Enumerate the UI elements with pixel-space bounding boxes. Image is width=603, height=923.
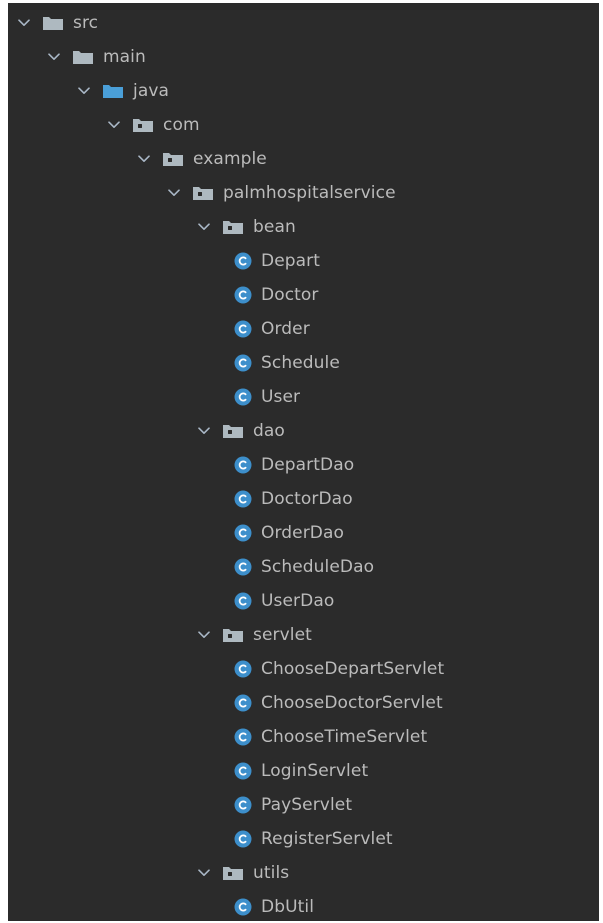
java-class-icon bbox=[234, 796, 252, 814]
tree-node-label: LoginServlet bbox=[261, 760, 369, 781]
chevron-down-icon[interactable] bbox=[166, 185, 182, 201]
tree-class-row[interactable]: Schedule bbox=[8, 346, 599, 380]
package-icon bbox=[222, 219, 244, 235]
tree-node-label: palmhospitalservice bbox=[223, 182, 396, 203]
tree-class-row[interactable]: PayServlet bbox=[8, 788, 599, 822]
tree-class-row[interactable]: DepartDao bbox=[8, 448, 599, 482]
tree-class-row[interactable]: ChooseTimeServlet bbox=[8, 720, 599, 754]
tree-class-row[interactable]: RegisterServlet bbox=[8, 822, 599, 856]
java-class-icon bbox=[234, 592, 252, 610]
tree-node-label: utils bbox=[253, 862, 290, 883]
tree-node-label: dao bbox=[253, 420, 285, 441]
tree-folder-row[interactable]: src bbox=[8, 6, 599, 40]
chevron-down-icon[interactable] bbox=[106, 117, 122, 133]
java-class-icon bbox=[234, 320, 252, 338]
tree-node-label: src bbox=[73, 12, 99, 33]
java-class-icon bbox=[234, 728, 252, 746]
source-root-folder-icon bbox=[102, 83, 124, 99]
chevron-down-icon[interactable] bbox=[196, 423, 212, 439]
tree-node-label: example bbox=[193, 148, 267, 169]
tree-folder-row[interactable]: servlet bbox=[8, 618, 599, 652]
tree-node-label: DbUtil bbox=[261, 896, 315, 917]
tree-class-row[interactable]: OrderDao bbox=[8, 516, 599, 550]
package-icon bbox=[222, 627, 244, 643]
tree-class-row[interactable]: DbUtil bbox=[8, 890, 599, 921]
java-class-icon bbox=[234, 694, 252, 712]
package-icon bbox=[132, 117, 154, 133]
folder-icon bbox=[42, 15, 64, 31]
tree-node-label: DoctorDao bbox=[261, 488, 353, 509]
tree-node-label: Depart bbox=[261, 250, 321, 271]
tree-node-label: Doctor bbox=[261, 284, 319, 305]
project-tree: src main java com example palmhospitalservice… bbox=[8, 3, 599, 921]
tree-node-label: ScheduleDao bbox=[261, 556, 375, 577]
java-class-icon bbox=[234, 830, 252, 848]
folder-icon bbox=[72, 49, 94, 65]
package-icon bbox=[192, 185, 214, 201]
tree-node-label: java bbox=[133, 80, 170, 101]
tree-node-label: OrderDao bbox=[261, 522, 345, 543]
java-class-icon bbox=[234, 762, 252, 780]
chevron-down-icon[interactable] bbox=[196, 219, 212, 235]
tree-folder-row[interactable]: bean bbox=[8, 210, 599, 244]
tree-folder-row[interactable]: com bbox=[8, 108, 599, 142]
tree-class-row[interactable]: User bbox=[8, 380, 599, 414]
tree-node-label: main bbox=[103, 46, 146, 67]
tree-node-label: Schedule bbox=[261, 352, 340, 373]
tree-class-row[interactable]: Depart bbox=[8, 244, 599, 278]
tree-folder-row[interactable]: dao bbox=[8, 414, 599, 448]
tree-node-label: DepartDao bbox=[261, 454, 355, 475]
chevron-down-icon[interactable] bbox=[46, 49, 62, 65]
chevron-down-icon[interactable] bbox=[196, 865, 212, 881]
tree-class-row[interactable]: UserDao bbox=[8, 584, 599, 618]
package-icon bbox=[222, 865, 244, 881]
java-class-icon bbox=[234, 286, 252, 304]
tree-folder-row[interactable]: example bbox=[8, 142, 599, 176]
tree-node-label: ChooseDepartServlet bbox=[261, 658, 445, 679]
tree-folder-row[interactable]: java bbox=[8, 74, 599, 108]
tree-class-row[interactable]: ChooseDepartServlet bbox=[8, 652, 599, 686]
tree-folder-row[interactable]: palmhospitalservice bbox=[8, 176, 599, 210]
java-class-icon bbox=[234, 660, 252, 678]
chevron-down-icon[interactable] bbox=[76, 83, 92, 99]
tree-class-row[interactable]: ScheduleDao bbox=[8, 550, 599, 584]
java-class-icon bbox=[234, 252, 252, 270]
tree-folder-row[interactable]: utils bbox=[8, 856, 599, 890]
package-icon bbox=[162, 151, 184, 167]
tree-class-row[interactable]: Doctor bbox=[8, 278, 599, 312]
tree-class-row[interactable]: Order bbox=[8, 312, 599, 346]
tree-class-row[interactable]: LoginServlet bbox=[8, 754, 599, 788]
tree-node-label: Order bbox=[261, 318, 310, 339]
java-class-icon bbox=[234, 354, 252, 372]
tree-node-label: bean bbox=[253, 216, 296, 237]
chevron-down-icon[interactable] bbox=[196, 627, 212, 643]
chevron-down-icon[interactable] bbox=[16, 15, 32, 31]
java-class-icon bbox=[234, 490, 252, 508]
tree-class-row[interactable]: ChooseDoctorServlet bbox=[8, 686, 599, 720]
java-class-icon bbox=[234, 558, 252, 576]
tree-folder-row[interactable]: main bbox=[8, 40, 599, 74]
tree-node-label: PayServlet bbox=[261, 794, 353, 815]
java-class-icon bbox=[234, 388, 252, 406]
tree-node-label: User bbox=[261, 386, 301, 407]
tree-node-label: ChooseDoctorServlet bbox=[261, 692, 443, 713]
java-class-icon bbox=[234, 898, 252, 916]
tree-node-label: ChooseTimeServlet bbox=[261, 726, 428, 747]
java-class-icon bbox=[234, 524, 252, 542]
tree-node-label: RegisterServlet bbox=[261, 828, 393, 849]
chevron-down-icon[interactable] bbox=[136, 151, 152, 167]
project-tree-panel: src main java com example palmhospitalservice… bbox=[8, 3, 599, 921]
tree-node-label: UserDao bbox=[261, 590, 335, 611]
package-icon bbox=[222, 423, 244, 439]
tree-class-row[interactable]: DoctorDao bbox=[8, 482, 599, 516]
tree-node-label: servlet bbox=[253, 624, 312, 645]
java-class-icon bbox=[234, 456, 252, 474]
tree-node-label: com bbox=[163, 114, 200, 135]
